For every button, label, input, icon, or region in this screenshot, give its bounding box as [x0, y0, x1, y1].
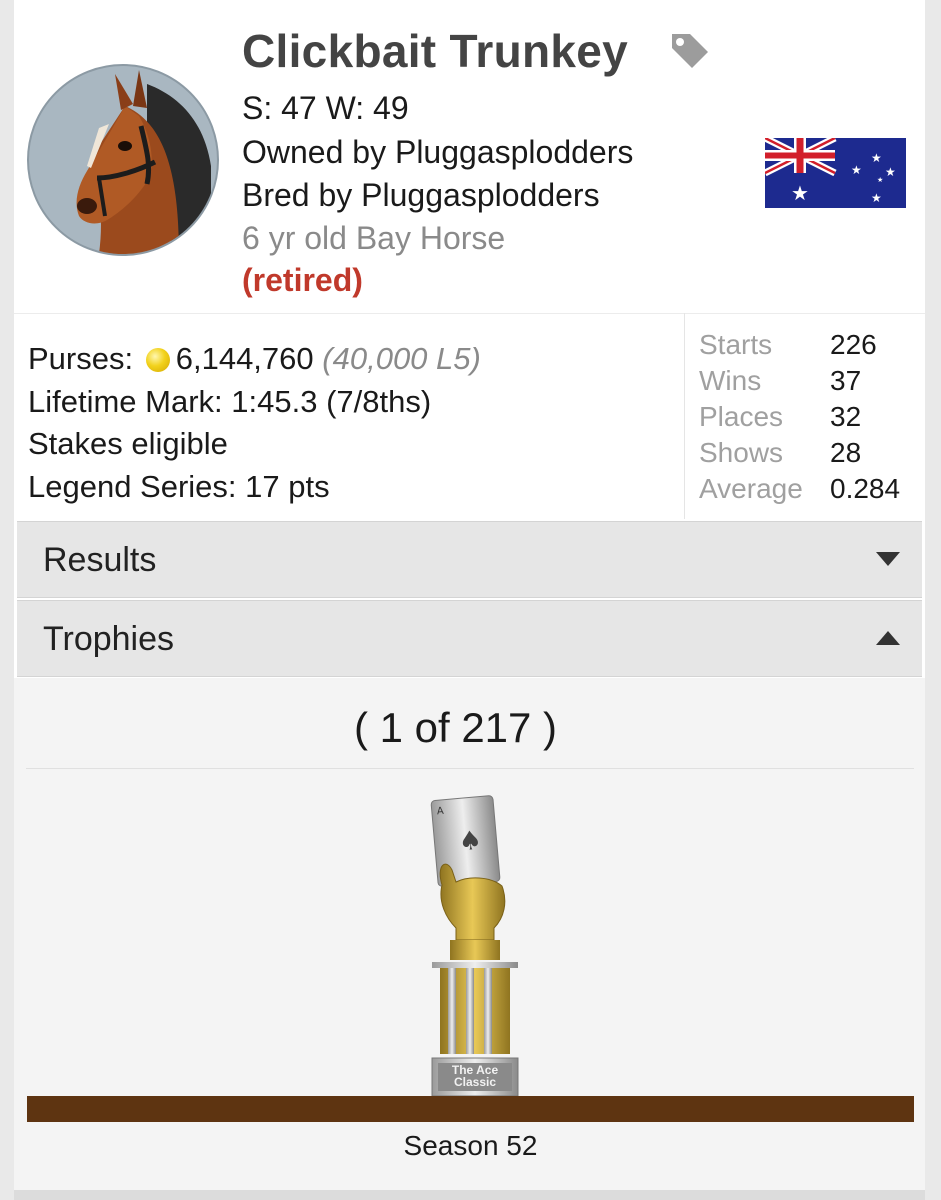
wins-label: Wins — [699, 365, 762, 396]
shows-label: Shows — [699, 437, 784, 468]
places-value: 32 — [830, 401, 862, 432]
svg-text:★: ★ — [851, 163, 862, 177]
legend-series: Legend Series: 17 pts — [28, 469, 330, 504]
svg-text:★: ★ — [871, 191, 882, 205]
trophy-counter: ( 1 of 217 ) — [353, 704, 558, 751]
chevron-up-icon — [876, 631, 900, 645]
trophies-section-header[interactable]: Trophies — [17, 600, 922, 677]
svg-text:♠: ♠ — [457, 826, 483, 858]
australia-flag: ★ ★ ★ ★ ★ ★ — [765, 138, 906, 208]
average-label: Average — [699, 473, 803, 504]
average-value: 0.284 — [830, 473, 901, 504]
purses-value: 6,144,760 — [175, 341, 314, 376]
horse-name: Clickbait Trunkey — [242, 25, 629, 77]
trophy-shelf — [27, 1096, 914, 1122]
purses-row: Purses: 6,144,760 (40,000 L5) — [28, 341, 481, 377]
purses-l5: (40,000 L5) — [322, 341, 481, 376]
svg-text:★: ★ — [791, 181, 809, 205]
owner-text[interactable]: Owned by Pluggasplodders — [242, 134, 633, 171]
breeder-text[interactable]: Bred by Pluggasplodders — [242, 177, 600, 214]
purses-label: Purses: — [28, 341, 134, 376]
results-label: Results — [43, 541, 157, 579]
starts-value: 226 — [830, 329, 877, 360]
retired-status: (retired) — [242, 262, 363, 298]
coin-icon — [145, 348, 170, 372]
ace-trophy-image[interactable]: A ♠ — [420, 790, 530, 1100]
stats-divider — [14, 313, 925, 314]
svg-text:A: A — [436, 806, 444, 818]
shows-value: 28 — [830, 437, 862, 468]
starts-wins-summary: S: 47 W: 49 — [242, 90, 409, 126]
results-section-header[interactable]: Results — [17, 521, 922, 598]
stats-vertical-divider — [684, 313, 685, 519]
chevron-down-icon — [876, 552, 900, 566]
starts-label: Starts — [699, 329, 773, 360]
tag-icon[interactable] — [668, 30, 712, 70]
places-label: Places — [699, 401, 784, 432]
svg-text:★: ★ — [885, 165, 896, 179]
trophy-separator — [26, 768, 914, 769]
trophies-label: Trophies — [43, 620, 175, 658]
bottom-edge — [14, 1190, 925, 1200]
horse-description: 6 yr old Bay Horse — [242, 220, 506, 256]
stakes-eligible: Stakes eligible — [28, 426, 228, 461]
plaque-line-2: Classic — [453, 1075, 497, 1089]
horse-avatar — [27, 64, 219, 256]
svg-text:★: ★ — [877, 176, 883, 184]
wins-value: 37 — [830, 365, 862, 396]
trophy-plaque: The Ace Classic — [432, 1064, 518, 1088]
lifetime-mark: Lifetime Mark: 1:45.3 (7/8ths) — [28, 384, 432, 419]
svg-text:★: ★ — [871, 151, 882, 165]
trophy-season: Season 52 — [403, 1130, 538, 1161]
